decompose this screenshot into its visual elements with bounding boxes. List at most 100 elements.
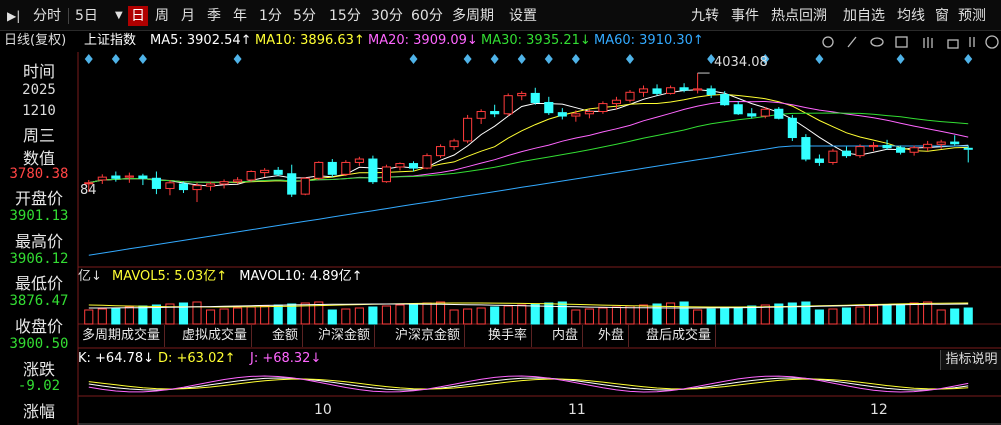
volume-bar: [449, 309, 459, 325]
volume-bar: [273, 304, 283, 325]
tab-amount[interactable]: 金额: [268, 325, 304, 347]
period-label[interactable]: 日线(复权): [4, 30, 66, 52]
volume-bar: [422, 302, 432, 325]
candle-body: [557, 112, 567, 117]
volume-bar: [219, 308, 229, 325]
tab-sh-sz-bj-amount[interactable]: 沪深京金额: [391, 325, 466, 347]
volume-bar: [571, 309, 581, 325]
tab-outer[interactable]: 外盘: [594, 325, 630, 347]
period-quarter[interactable]: 季: [204, 6, 224, 26]
volume-bar: [652, 303, 662, 325]
candle-body: [327, 161, 337, 175]
forecast-button[interactable]: 预测: [955, 6, 989, 26]
kdj-j: J: +68.32↓: [250, 351, 322, 366]
nine-turn-button[interactable]: 九转: [688, 6, 722, 26]
candle-body: [896, 147, 906, 153]
close-label: 收盘价: [14, 317, 63, 336]
settings-button[interactable]: 设置: [506, 6, 540, 26]
volume-bar: [882, 304, 892, 325]
candle-body: [666, 87, 676, 94]
volume-bar: [178, 302, 189, 325]
volume-bar: [124, 306, 134, 325]
signal-diamond-icon: [571, 54, 580, 64]
crosshair-info-panel: 时间 2025 1210 周三 数值 3780.38 开盘价 3901.13 最…: [0, 52, 78, 425]
candle-body: [341, 161, 351, 175]
back-icon[interactable]: ▶|: [4, 6, 23, 26]
candle-body: [625, 91, 635, 101]
candle-body: [950, 141, 960, 145]
signal-diamond-icon: [544, 54, 553, 64]
period-day[interactable]: 日: [128, 6, 148, 26]
volume-bar: [950, 308, 960, 325]
candle-body: [517, 92, 527, 97]
weekday-value: 周三: [22, 126, 55, 145]
volume-bar: [868, 305, 879, 325]
volume-bar: [733, 306, 743, 325]
volume-bar: [381, 305, 391, 325]
add-watchlist-button[interactable]: 加自选: [840, 6, 888, 26]
candle-body: [463, 117, 473, 142]
left-edge-annotation: 84: [80, 183, 97, 198]
period-year[interactable]: 年: [230, 6, 250, 26]
mavol10-value: MAVOL10: 4.89亿↑: [239, 269, 363, 284]
period-week[interactable]: 周: [152, 6, 172, 26]
ma20-value: MA20: 3909.09↓: [368, 33, 478, 48]
period-30min[interactable]: 30分: [368, 6, 406, 26]
volume-bar: [693, 309, 703, 325]
kdj-info-bar: K: +64.78↓ D: +63.02↑ J: +68.32↓: [78, 350, 478, 368]
period-1min[interactable]: 1分: [256, 6, 285, 26]
events-button[interactable]: 事件: [728, 6, 762, 26]
period-15min[interactable]: 15分: [326, 6, 364, 26]
candle-body: [165, 182, 175, 189]
kdj-k: K: +64.78↓: [78, 351, 155, 366]
candle-body: [544, 101, 554, 114]
candle-body: [490, 111, 500, 115]
candle-body: [652, 88, 662, 94]
candle-body: [882, 144, 892, 149]
tab-multi-volume[interactable]: 多周期成交量: [78, 325, 166, 347]
ma60-value: MA60: 3910.30↑: [594, 33, 704, 48]
period-month[interactable]: 月: [178, 6, 198, 26]
year-value: 2025: [22, 82, 56, 98]
tab-turnover[interactable]: 换手率: [484, 325, 533, 347]
candle-body: [205, 183, 216, 187]
volume-bar: [841, 307, 852, 325]
volume-bar: [341, 308, 351, 325]
candle-body: [260, 169, 270, 174]
candle-body: [219, 181, 229, 185]
candle-body: [300, 177, 310, 195]
ma5-line: [88, 89, 969, 187]
tab-after-hours[interactable]: 盘后成交量: [642, 325, 717, 347]
eye-icon: [870, 37, 884, 47]
candle-body: [571, 113, 581, 117]
candle-body: [273, 169, 283, 175]
volume-bar: [598, 307, 608, 325]
window-button[interactable]: 窗: [932, 6, 952, 26]
dropdown-arrow-icon[interactable]: ▼: [112, 6, 126, 26]
tab-virtual-volume[interactable]: 虚拟成交量: [178, 325, 253, 347]
candle-body: [963, 147, 973, 150]
signal-diamond-icon: [815, 54, 824, 64]
ma30-value: MA30: 3935.21↓: [481, 33, 591, 48]
change-value: -9.02: [17, 378, 61, 394]
volume-bar: [584, 308, 594, 325]
volume-bar: [814, 309, 824, 325]
ma10-line: [88, 93, 969, 184]
volume-bar: [233, 307, 243, 325]
period-5min[interactable]: 5分: [290, 6, 319, 26]
period-intraday[interactable]: 分时: [30, 6, 64, 26]
indicator-help-button[interactable]: 指标说明: [940, 350, 1001, 370]
tab-inner[interactable]: 内盘: [548, 325, 584, 347]
candle-body: [287, 173, 297, 195]
period-multi[interactable]: 多周期: [449, 6, 497, 26]
kline-chart[interactable]: [0, 52, 1001, 425]
tab-sh-sz-amount[interactable]: 沪深金额: [314, 325, 376, 347]
candle-body: [598, 103, 608, 113]
signal-diamond-icon: [964, 54, 973, 64]
candle-body: [693, 88, 703, 91]
candle-body: [381, 166, 391, 183]
period-60min[interactable]: 60分: [408, 6, 446, 26]
ma-lines-button[interactable]: 均线: [894, 6, 928, 26]
hotspot-replay-button[interactable]: 热点回溯: [768, 6, 830, 26]
period-5day[interactable]: 5日: [72, 6, 101, 26]
